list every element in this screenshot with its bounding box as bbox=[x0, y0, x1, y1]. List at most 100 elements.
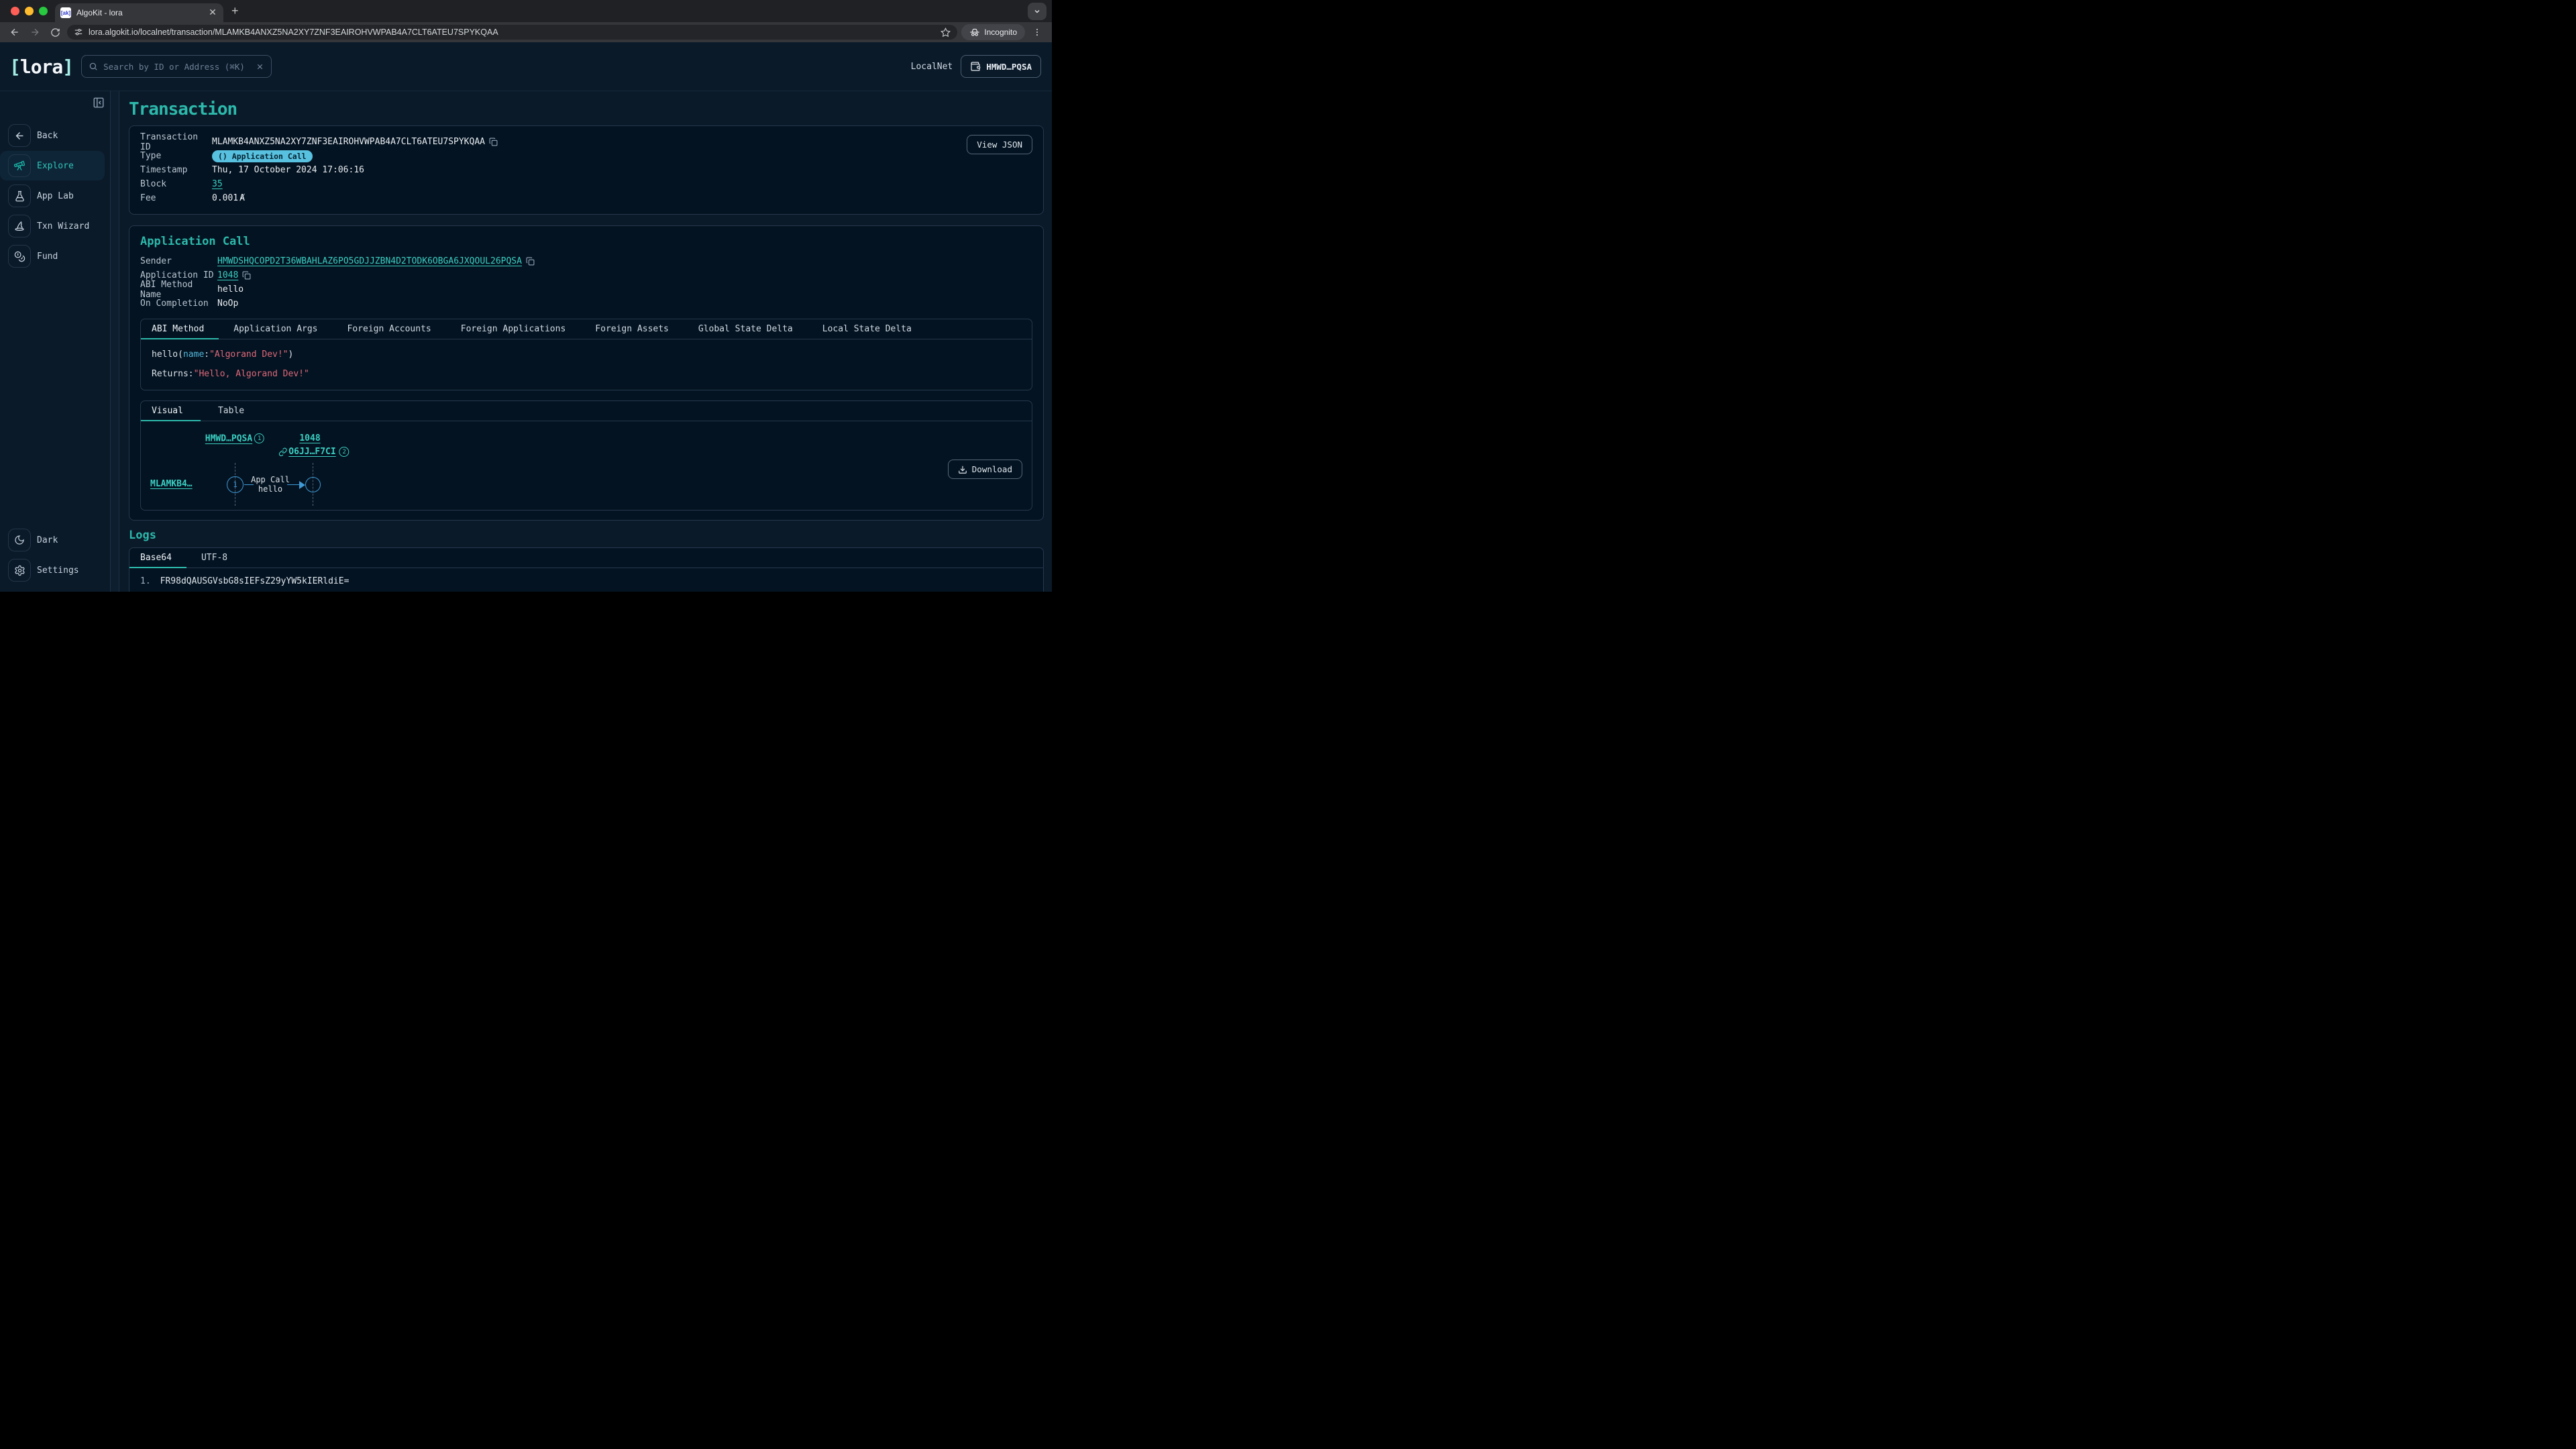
copy-icon[interactable] bbox=[526, 257, 535, 266]
bookmark-star-icon[interactable] bbox=[941, 28, 951, 38]
tab-search-chevron-button[interactable] bbox=[1028, 3, 1046, 20]
transaction-graph: HMWD…PQSA1 1048 O6JJ…F7CI 2 MLAMKB4… 1 bbox=[141, 421, 1032, 510]
account-link[interactable]: HMWD…PQSA bbox=[205, 434, 252, 444]
tab-utf8[interactable]: UTF-8 bbox=[186, 548, 242, 568]
tab-favicon: [ak] bbox=[60, 7, 71, 18]
field-type: Type () Application Call bbox=[140, 149, 1032, 163]
forward-button[interactable] bbox=[27, 24, 43, 40]
abi-returns-label: Returns: bbox=[152, 369, 194, 379]
timestamp-value: Thu, 17 October 2024 17:06:16 bbox=[212, 165, 364, 175]
transaction-type-badge: () Application Call bbox=[212, 150, 313, 162]
coins-icon bbox=[14, 251, 25, 262]
new-tab-button[interactable]: + bbox=[231, 4, 239, 18]
block-link[interactable]: 35 bbox=[212, 179, 223, 189]
reload-button[interactable] bbox=[47, 24, 63, 40]
field-label: Type bbox=[140, 151, 212, 161]
search-input[interactable] bbox=[103, 62, 250, 72]
transaction-link[interactable]: MLAMKB4… bbox=[150, 479, 193, 489]
wizard-hat-icon bbox=[13, 220, 25, 232]
maximize-window-button[interactable] bbox=[39, 7, 48, 15]
browser-tab[interactable]: [ak] AlgoKit - lora ✕ bbox=[55, 3, 223, 22]
edge-type-label: App Call bbox=[251, 475, 290, 484]
abi-colon: : bbox=[204, 350, 209, 360]
view-json-button[interactable]: View JSON bbox=[967, 135, 1032, 154]
tab-foreign-assets[interactable]: Foreign Assets bbox=[580, 319, 684, 339]
link-icon bbox=[278, 447, 287, 456]
browser-window: [ak] AlgoKit - lora ✕ + lora.algokit.io/… bbox=[0, 0, 1052, 592]
sidebar-item-label: Fund bbox=[37, 252, 58, 262]
tab-abi-method[interactable]: ABI Method bbox=[141, 319, 219, 339]
abi-paren: ) bbox=[288, 350, 294, 360]
three-dot-menu-icon bbox=[1032, 28, 1042, 37]
log-line-number: 1. bbox=[140, 576, 151, 586]
clear-search-icon[interactable] bbox=[256, 62, 264, 71]
field-label: Fee bbox=[140, 193, 212, 203]
sender-link[interactable]: HMWDSHQCOPD2T36WBAHLAZ6PO5GDJJZBN4D2TODK… bbox=[217, 256, 522, 266]
sidebar-footer: Dark Settings bbox=[0, 525, 110, 585]
logo-bracket: [ bbox=[9, 56, 20, 78]
field-block: Block 35 bbox=[140, 177, 1032, 191]
wallet-button[interactable]: HMWD…PQSA bbox=[961, 55, 1041, 78]
address-bar[interactable]: lora.algokit.io/localnet/transaction/MLA… bbox=[67, 25, 957, 40]
application-link[interactable]: 1048 bbox=[299, 433, 320, 443]
sidebar-item-fund[interactable]: Fund bbox=[0, 241, 105, 271]
sidebar-item-app-lab[interactable]: App Lab bbox=[0, 181, 105, 211]
incognito-badge: Incognito bbox=[961, 24, 1025, 40]
site-settings-icon[interactable] bbox=[74, 28, 83, 37]
sidebar-item-explore[interactable]: Explore bbox=[0, 151, 105, 180]
sidebar-item-settings[interactable]: Settings bbox=[0, 555, 105, 585]
group-number-badge: 2 bbox=[339, 447, 350, 457]
graph-row-label: MLAMKB4… bbox=[150, 479, 193, 489]
field-label: ABI Method Name bbox=[140, 280, 217, 300]
tab-close-icon[interactable]: ✕ bbox=[207, 7, 218, 18]
minimize-window-button[interactable] bbox=[25, 7, 34, 15]
wallet-icon bbox=[970, 61, 981, 72]
tab-application-args[interactable]: Application Args bbox=[219, 319, 332, 339]
download-button[interactable]: Download bbox=[948, 460, 1022, 479]
tab-local-state-delta[interactable]: Local State Delta bbox=[808, 319, 926, 339]
url-text[interactable]: lora.algokit.io/localnet/transaction/MLA… bbox=[89, 28, 935, 37]
tab-foreign-accounts[interactable]: Foreign Accounts bbox=[333, 319, 446, 339]
group-link[interactable]: O6JJ…F7CI bbox=[288, 447, 335, 457]
search-box[interactable] bbox=[81, 55, 272, 78]
tab-strip: [ak] AlgoKit - lora ✕ + bbox=[0, 0, 1052, 22]
tab-table[interactable]: Table bbox=[201, 401, 262, 421]
sidebar-item-txn-wizard[interactable]: Txn Wizard bbox=[0, 211, 105, 241]
field-label: Sender bbox=[140, 256, 217, 266]
tab-base64[interactable]: Base64 bbox=[129, 548, 186, 568]
download-label: Download bbox=[972, 464, 1012, 474]
back-button[interactable] bbox=[7, 24, 23, 40]
logo-text: lora bbox=[20, 56, 62, 78]
gear-icon bbox=[14, 565, 25, 576]
application-call-card: Application Call Sender HMWDSHQCOPD2T36W… bbox=[129, 225, 1044, 521]
logs-tabs: Base64 UTF-8 bbox=[129, 548, 1043, 568]
lora-app: [lora] LocalNet HMWD…PQSA bbox=[0, 42, 1052, 592]
log-line-value: FR98dQAUSGVsbG8sIEFsZ29yYW5kIERldiE= bbox=[160, 576, 350, 586]
network-name[interactable]: LocalNet bbox=[911, 62, 953, 72]
logs-content: 1. FR98dQAUSGVsbG8sIEFsZ29yYW5kIERldiE= bbox=[129, 568, 1043, 592]
sidebar-item-back[interactable]: Back bbox=[0, 121, 105, 150]
tab-visual[interactable]: Visual bbox=[141, 401, 201, 421]
field-timestamp: Timestamp Thu, 17 October 2024 17:06:16 bbox=[140, 163, 1032, 177]
graph-account-header: HMWD…PQSA1 bbox=[205, 433, 264, 444]
abi-arg-value: "Algorand Dev!" bbox=[209, 350, 288, 360]
tab-foreign-applications[interactable]: Foreign Applications bbox=[446, 319, 581, 339]
copy-icon[interactable] bbox=[489, 138, 498, 146]
edge-method-label: hello bbox=[251, 484, 290, 494]
browser-menu-button[interactable] bbox=[1029, 24, 1045, 40]
app-header: [lora] LocalNet HMWD…PQSA bbox=[0, 42, 1052, 91]
copy-icon[interactable] bbox=[242, 271, 251, 280]
close-window-button[interactable] bbox=[11, 7, 19, 15]
visual-tabs: Visual Table bbox=[141, 401, 1032, 421]
page-title: Transaction bbox=[129, 99, 1044, 119]
node-number: 1 bbox=[233, 480, 237, 489]
application-call-heading: Application Call bbox=[140, 235, 1032, 248]
chevron-down-icon bbox=[1033, 7, 1041, 15]
abi-method-content: hello(name: "Algorand Dev!") Returns: "H… bbox=[141, 339, 1032, 390]
lora-logo[interactable]: [lora] bbox=[9, 56, 73, 78]
sidebar-item-theme-dark[interactable]: Dark bbox=[0, 525, 105, 555]
application-id-link[interactable]: 1048 bbox=[217, 270, 238, 280]
tab-global-state-delta[interactable]: Global State Delta bbox=[684, 319, 808, 339]
collapse-sidebar-icon[interactable] bbox=[93, 97, 105, 109]
sidebar-gutter bbox=[111, 91, 119, 592]
